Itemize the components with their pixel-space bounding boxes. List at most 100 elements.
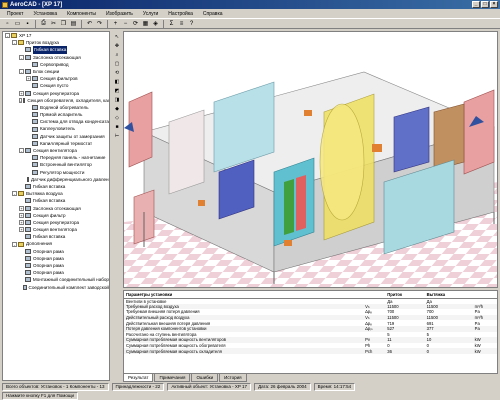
expand-icon[interactable]: +: [19, 205, 24, 211]
zoom-icon[interactable]: ⌕: [113, 51, 121, 59]
rotate-view-icon[interactable]: ⟲: [113, 69, 121, 77]
save-icon[interactable]: ▪: [23, 19, 32, 28]
tree-item[interactable]: + Секция вентилятора: [3, 226, 109, 233]
collapse-icon[interactable]: -: [19, 69, 24, 75]
collapse-icon[interactable]: -: [19, 54, 24, 60]
open-icon[interactable]: ▭: [13, 19, 22, 28]
tree-item[interactable]: - XP 17: [3, 32, 109, 39]
rotate-icon[interactable]: ⟳: [131, 19, 140, 28]
side-view-icon[interactable]: ◨: [113, 96, 121, 104]
copy-icon[interactable]: ❐: [59, 19, 68, 28]
shaded-icon[interactable]: ■: [113, 123, 121, 131]
tree-item[interactable]: Капиллярный термостат: [3, 140, 109, 147]
grid-icon[interactable]: ▦: [141, 19, 150, 28]
collapse-icon[interactable]: -: [12, 191, 17, 197]
tree-item[interactable]: - Приток воздуха: [3, 39, 109, 46]
3d-viewport[interactable]: [123, 31, 498, 288]
new-icon[interactable]: ▫: [3, 19, 12, 28]
undo-icon[interactable]: ↶: [85, 19, 94, 28]
paste-icon[interactable]: ▤: [69, 19, 78, 28]
menu-components[interactable]: Компоненты: [66, 11, 97, 17]
measure-icon[interactable]: ⊢: [113, 132, 121, 140]
tree-item[interactable]: - Вытяжка воздуха: [3, 190, 109, 197]
tab-notes[interactable]: Примечания: [154, 374, 191, 382]
tree-item[interactable]: Гибкая вставка: [3, 233, 109, 240]
expand-icon[interactable]: +: [19, 219, 24, 225]
redo-icon[interactable]: ↷: [95, 19, 104, 28]
tab-errors[interactable]: Ошибки: [191, 374, 219, 382]
menu-settings[interactable]: Настройка: [167, 11, 194, 17]
maximize-button[interactable]: □: [481, 1, 489, 8]
zoom-in-icon[interactable]: +: [111, 19, 120, 28]
close-button[interactable]: ×: [490, 1, 498, 8]
tree-item[interactable]: - Секция вентилятора: [3, 147, 109, 154]
collapse-icon[interactable]: -: [12, 241, 17, 247]
menu-services[interactable]: Услуги: [142, 11, 159, 17]
expand-icon[interactable]: +: [19, 212, 24, 218]
iso-view-icon[interactable]: ◆: [113, 105, 121, 113]
tree-item[interactable]: Датчик дифференциального давления: [3, 176, 109, 183]
tree-item[interactable]: - Дополнения: [3, 240, 109, 247]
cut-icon[interactable]: ✂: [49, 19, 58, 28]
tree-item[interactable]: Опорная рама: [3, 255, 109, 262]
cube-icon[interactable]: ◈: [151, 19, 160, 28]
tree-item-label: Секция вентилятора: [33, 148, 77, 153]
tree-item[interactable]: Опорная рама: [3, 269, 109, 276]
tree-item[interactable]: Регулятор мощности: [3, 169, 109, 176]
tree-item[interactable]: Соединительный комплект заводской: [3, 284, 109, 291]
print-icon[interactable]: ⎙: [39, 19, 48, 28]
help-icon[interactable]: ?: [187, 19, 196, 28]
calc-icon[interactable]: Σ: [167, 19, 176, 28]
tree-item[interactable]: - Заслонка отсекающая: [3, 54, 109, 61]
tab-history[interactable]: История: [219, 374, 247, 382]
pan-icon[interactable]: ✥: [113, 42, 121, 50]
tree-item[interactable]: Встроенный вентилятор: [3, 161, 109, 168]
tree-item[interactable]: Водяной обогреватель: [3, 104, 109, 111]
expand-icon[interactable]: +: [19, 227, 24, 233]
front-view-icon[interactable]: ◧: [113, 78, 121, 86]
report-icon[interactable]: ≡: [177, 19, 186, 28]
tree-item[interactable]: -Секция обогревателя, охладителя, калори…: [3, 97, 109, 104]
tree-item[interactable]: Монтажный соединительный набор: [3, 276, 109, 283]
collapse-icon[interactable]: -: [12, 40, 17, 46]
tree-item[interactable]: Секция пусто: [3, 82, 109, 89]
tree-item[interactable]: Прямой испаритель: [3, 111, 109, 118]
tree-item[interactable]: - Блок секции: [3, 68, 109, 75]
tree-item[interactable]: Передняя панель - нагнетание: [3, 154, 109, 161]
tree-item-label: Приток воздуха: [26, 40, 59, 46]
tree-item[interactable]: Гибкая вставка: [3, 197, 109, 204]
tree-item[interactable]: + Секция рекуператора: [3, 90, 109, 97]
tree-item[interactable]: Датчик защиты от замерзания: [3, 133, 109, 140]
menu-project[interactable]: Проект: [6, 11, 24, 17]
menu-view[interactable]: Изобразить: [105, 11, 134, 17]
tree-item[interactable]: Система для отвода конденсата: [3, 118, 109, 125]
component-tree[interactable]: - XP 17- Приток воздуха Гибкая вставка - Засл…: [2, 31, 110, 381]
zoom-out-icon[interactable]: −: [121, 19, 130, 28]
tree-item-label: Секция обогревателя, охладителя, калориф…: [27, 97, 109, 103]
minimize-button[interactable]: _: [472, 1, 480, 8]
tree-item[interactable]: + Секция фильтр: [3, 212, 109, 219]
select-icon[interactable]: ↖: [113, 33, 121, 41]
tree-item[interactable]: + Секция рекуператора: [3, 219, 109, 226]
tree-item[interactable]: + Заслонка отсекающая: [3, 205, 109, 212]
expand-icon[interactable]: +: [19, 90, 24, 96]
component-icon: [25, 212, 31, 218]
tree-item[interactable]: Гибкая вставка: [3, 46, 109, 54]
tab-result[interactable]: Результат: [123, 374, 154, 382]
tree-item[interactable]: Опорная рама: [3, 262, 109, 269]
zoom-window-icon[interactable]: ▢: [113, 60, 121, 68]
collapse-icon[interactable]: -: [19, 148, 24, 154]
tree-item[interactable]: Гибкая вставка: [3, 183, 109, 190]
view-tools: ↖ ✥ ⌕ ▢ ⟲ ◧ ◩ ◨ ◆ ◇ ■ ⊢: [112, 31, 122, 271]
wireframe-icon[interactable]: ◇: [113, 114, 121, 122]
tree-item[interactable]: Опорная рама: [3, 248, 109, 255]
tree-item[interactable]: + Секция фильтров: [3, 75, 109, 82]
collapse-icon[interactable]: -: [5, 33, 10, 39]
collapse-icon[interactable]: -: [19, 97, 23, 103]
expand-icon[interactable]: +: [26, 76, 31, 82]
tree-item[interactable]: Сервопривод: [3, 61, 109, 68]
menu-install[interactable]: Установка: [32, 11, 58, 17]
top-view-icon[interactable]: ◩: [113, 87, 121, 95]
tree-item[interactable]: Каплеуловитель: [3, 125, 109, 132]
menu-help[interactable]: Справка: [202, 11, 224, 17]
